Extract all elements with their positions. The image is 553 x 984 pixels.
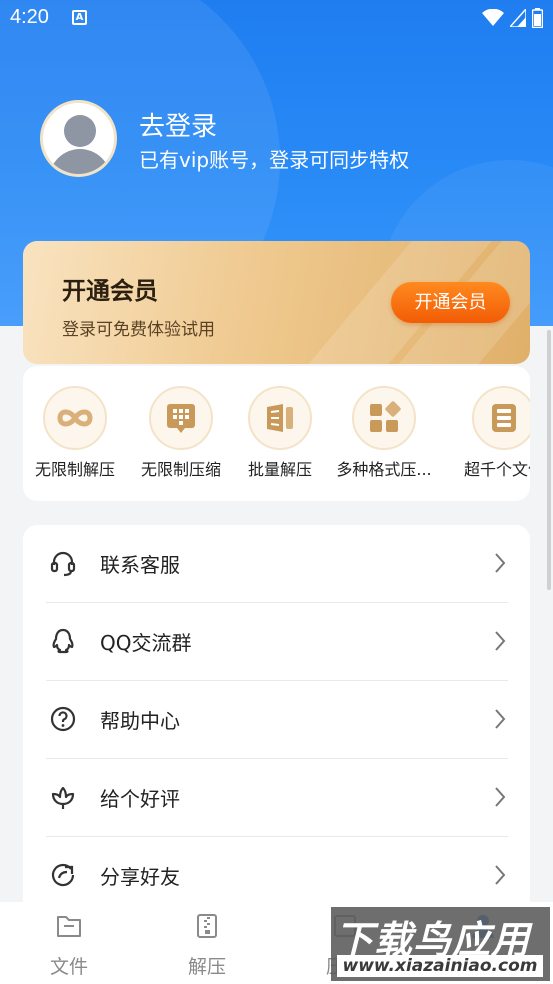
- menu-label: 给个好评: [100, 787, 180, 811]
- wifi-icon: [482, 9, 504, 26]
- signal-icon: [510, 9, 526, 27]
- avatar[interactable]: [40, 100, 117, 177]
- feature-thousand-files[interactable]: 超千个文件: [449, 386, 530, 480]
- open-vip-button[interactable]: 开通会员: [391, 282, 510, 323]
- watermark: 下载鸟应用 www.xiazainiao.com: [331, 907, 550, 981]
- vip-card[interactable]: 开通会员 登录可免费体验试用 开通会员: [23, 241, 530, 364]
- login-link[interactable]: 去登录: [139, 106, 399, 143]
- tab-label: 解压: [187, 956, 226, 978]
- help-icon: [50, 706, 76, 732]
- login-subtitle: 已有vip账号，登录可同步特权: [139, 148, 410, 172]
- menu-item-help-center[interactable]: 帮助中心: [23, 681, 530, 758]
- feature-label: 超千个文件: [463, 460, 530, 479]
- feature-label: 批量解压: [247, 460, 312, 479]
- chevron-right-icon: [495, 865, 506, 885]
- zip-icon: [197, 914, 217, 938]
- feature-unlimited-compress[interactable]: 无限制压缩: [126, 386, 236, 480]
- qq-icon: [52, 628, 74, 654]
- tab-label: 文件: [49, 956, 88, 978]
- chevron-right-icon: [495, 787, 506, 807]
- chevron-right-icon: [495, 631, 506, 651]
- vip-features[interactable]: 无限制解压 无限制压缩 批量解压 多种格式压... 超千个文件: [23, 366, 530, 501]
- feature-unlimited-extract[interactable]: 无限制解压: [23, 386, 130, 480]
- headset-icon: [50, 551, 76, 577]
- infinity-icon: [43, 386, 107, 450]
- feature-label: 无限制压缩: [140, 460, 221, 479]
- feature-label: 无限制解压: [34, 460, 115, 479]
- folder-icon: [57, 916, 81, 937]
- avatar-body: [49, 149, 111, 174]
- share-icon: [51, 863, 75, 887]
- menu-label: 帮助中心: [100, 709, 180, 733]
- status-time: 4:20: [10, 6, 49, 28]
- status-icons: [482, 8, 543, 28]
- status-bar: 4:20 A: [0, 0, 553, 36]
- menu-label: QQ交流群: [100, 631, 192, 655]
- vip-title: 开通会员: [62, 277, 158, 305]
- menu-item-customer-service[interactable]: 联系客服: [23, 525, 530, 602]
- settings-menu: 联系客服 QQ交流群 帮助中心 给个好评 分享好友: [23, 525, 530, 925]
- scrollbar[interactable]: [547, 330, 551, 590]
- menu-item-rate-app[interactable]: 给个好评: [23, 759, 530, 836]
- menu-item-qq-group[interactable]: QQ交流群: [23, 603, 530, 680]
- formats-icon: [352, 386, 416, 450]
- chevron-right-icon: [495, 709, 506, 729]
- feature-label: 多种格式压...: [336, 460, 432, 479]
- files-icon: [472, 386, 530, 450]
- tab-extract[interactable]: 解压: [167, 912, 247, 979]
- notification-icon: A: [72, 10, 87, 25]
- battery-icon: [532, 8, 543, 28]
- vip-subtitle: 登录可免费体验试用: [62, 320, 215, 340]
- feature-multi-format[interactable]: 多种格式压...: [329, 386, 439, 480]
- tab-files[interactable]: 文件: [29, 912, 109, 979]
- avatar-head: [64, 115, 96, 147]
- menu-label: 联系客服: [100, 553, 180, 577]
- chevron-right-icon: [495, 553, 506, 573]
- batch-icon: [248, 386, 312, 450]
- compress-icon: [149, 386, 213, 450]
- menu-label: 分享好友: [100, 865, 180, 889]
- flower-icon: [51, 786, 75, 809]
- feature-batch-extract[interactable]: 批量解压: [225, 386, 335, 480]
- watermark-url: www.xiazainiao.com: [337, 955, 543, 977]
